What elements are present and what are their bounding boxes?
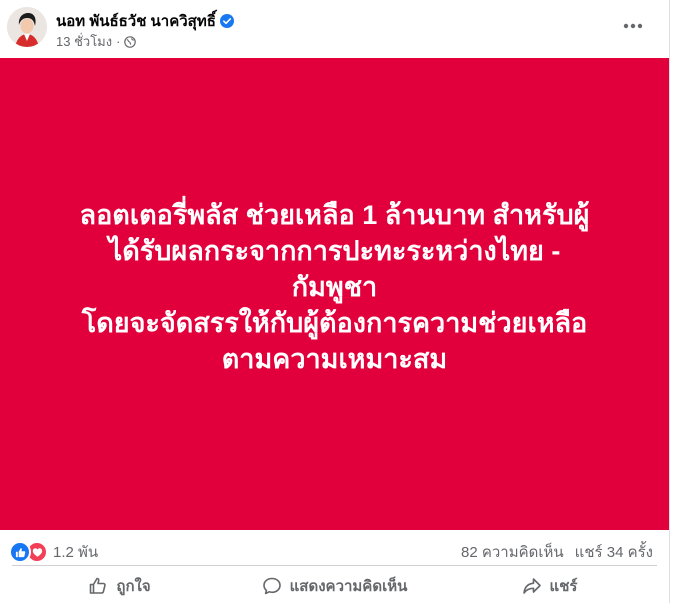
- banner-line: ได้รับผลกระจากการปะทะระหว่างไทย -: [108, 236, 561, 266]
- post-card: นอท พันธ์ธวัช นาควิสุทธิ์ 13 ชั่วโมง · ล…: [0, 0, 670, 603]
- post-actions-bar: ถูกใจ แสดงความคิดเห็น แชร์: [12, 569, 657, 603]
- meta-separator: ·: [116, 34, 121, 49]
- post-timestamp[interactable]: 13 ชั่วโมง: [56, 31, 112, 52]
- shares-count[interactable]: แชร์ 34 ครั้ง: [575, 540, 653, 564]
- author-name[interactable]: นอท พันธ์ธวัช นาควิสุทธิ์: [56, 9, 216, 33]
- thumbs-up-icon: [90, 577, 107, 594]
- author-name-row: นอท พันธ์ธวัช นาควิสุทธิ์: [56, 9, 234, 33]
- post-header: นอท พันธ์ธวัช นาควิสุทธิ์ 13 ชั่วโมง ·: [0, 0, 669, 58]
- like-label: ถูกใจ: [116, 578, 151, 595]
- share-button[interactable]: แชร์: [442, 569, 657, 603]
- banner-text: ลอตเตอรี่พลัส ช่วยเหลือ 1 ล้านบาท สำหรับ…: [25, 197, 645, 377]
- like-reaction-icon: [9, 541, 31, 563]
- author-avatar[interactable]: [7, 7, 47, 47]
- share-arrow-icon: [522, 578, 541, 594]
- engagement-counts: 82 ความคิดเห็น แชร์ 34 ครั้ง: [461, 540, 653, 564]
- share-label: แชร์: [549, 578, 578, 595]
- verified-badge-icon: [219, 14, 234, 28]
- banner-line: กัมพูชา: [291, 272, 378, 302]
- banner-line: ลอตเตอรี่พลัส ช่วยเหลือ 1 ล้านบาท สำหรับ…: [79, 200, 590, 230]
- globe-icon[interactable]: [124, 35, 137, 48]
- reactions-summary[interactable]: 1.2 พัน: [9, 540, 98, 564]
- post-stats: 1.2 พัน 82 ความคิดเห็น แชร์ 34 ครั้ง: [0, 530, 669, 566]
- comments-count[interactable]: 82 ความคิดเห็น: [461, 540, 564, 564]
- banner-line: ตามความเหมาะสม: [221, 344, 448, 374]
- comment-label: แสดงความคิดเห็น: [289, 578, 408, 595]
- comment-bubble-icon: [262, 577, 281, 595]
- post-text-banner: ลอตเตอรี่พลัส ช่วยเหลือ 1 ล้านบาท สำหรับ…: [0, 58, 669, 530]
- comment-button[interactable]: แสดงความคิดเห็น: [227, 569, 442, 603]
- actions-divider: [12, 565, 657, 566]
- more-options-icon: [623, 23, 643, 29]
- post-meta: 13 ชั่วโมง ·: [56, 31, 137, 52]
- banner-line: โดยจะจัดสรรให้กับผู้ต้องการความช่วยเหลือ: [81, 308, 588, 338]
- like-button[interactable]: ถูกใจ: [12, 569, 227, 603]
- reactions-count[interactable]: 1.2 พัน: [53, 540, 98, 564]
- more-options-button[interactable]: [615, 12, 651, 40]
